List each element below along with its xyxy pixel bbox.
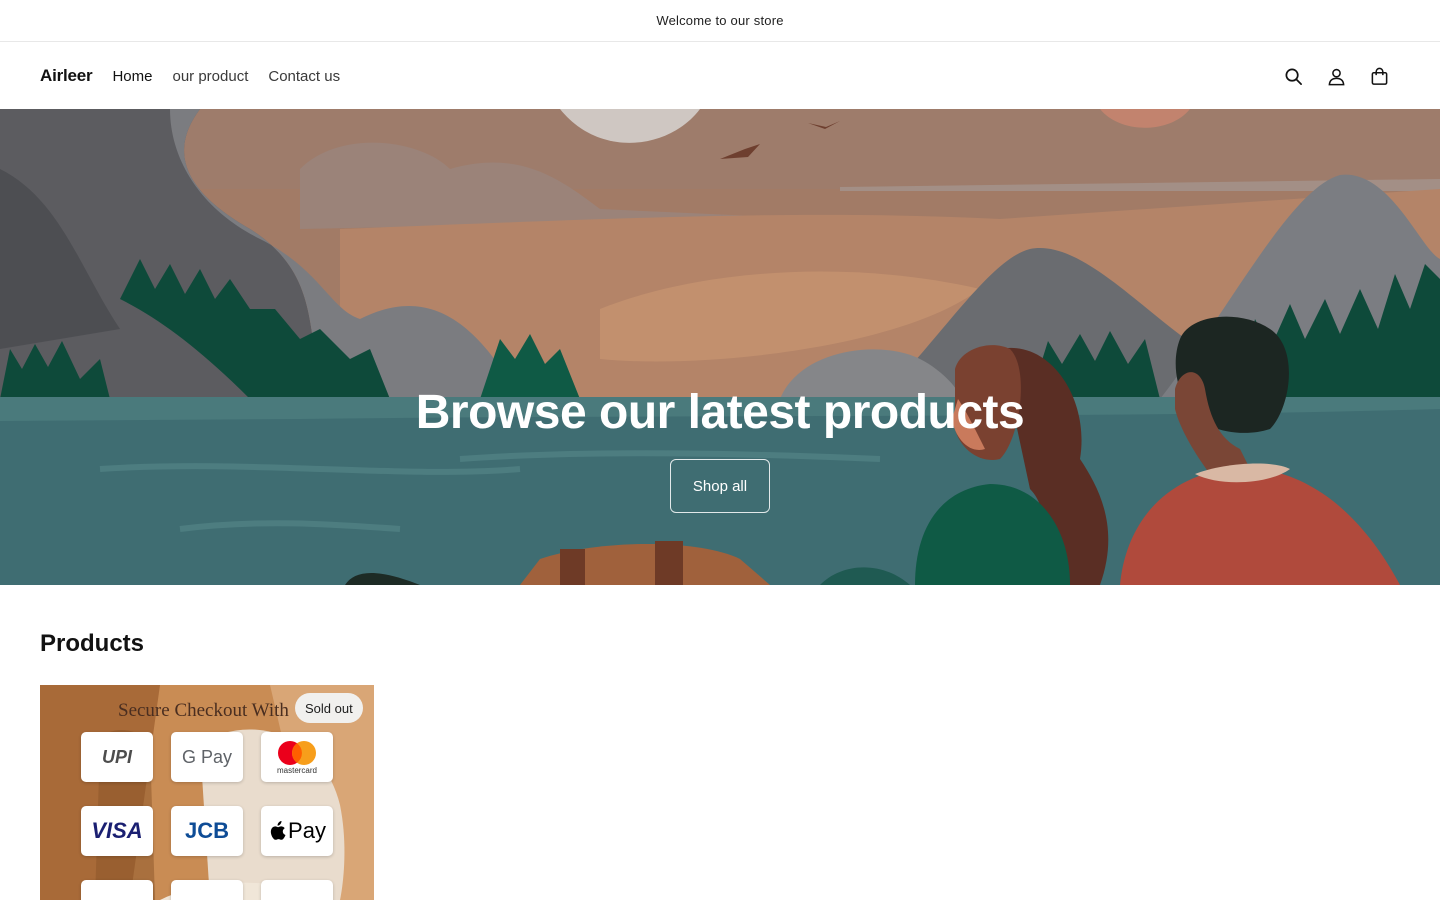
apple-pay-icon: Pay [261, 806, 333, 856]
store-logo[interactable]: Airleer [40, 66, 93, 86]
payment-tile-row3-2 [171, 880, 243, 900]
payment-tile-row3-3 [261, 880, 333, 900]
shop-all-button[interactable]: Shop all [670, 459, 770, 513]
nav-our-product[interactable]: our product [172, 68, 248, 85]
announcement-bar: Welcome to our store [0, 0, 1440, 42]
nav-contact-us[interactable]: Contact us [268, 68, 340, 85]
header-icons [1271, 55, 1400, 97]
payment-tile-row3-1 [81, 880, 153, 900]
product-card[interactable]: Secure Checkout With UPI G Pay mastercar… [40, 685, 374, 900]
hero-banner: Browse our latest products Shop all [0, 109, 1440, 585]
hero-illustration [0, 109, 1440, 585]
search-icon[interactable] [1272, 55, 1314, 97]
cart-icon[interactable] [1358, 55, 1400, 97]
jcb-icon: JCB [171, 806, 243, 856]
hero-title: Browse our latest products [415, 386, 1025, 439]
site-header: Airleer Home our product Contact us [0, 43, 1440, 109]
mastercard-label: mastercard [276, 765, 317, 775]
product-image-title: Secure Checkout With [118, 700, 289, 721]
visa-icon: VISA [81, 806, 153, 856]
google-pay-icon: G Pay [171, 732, 243, 782]
products-heading: Products [40, 630, 145, 657]
nav-home[interactable]: Home [112, 68, 152, 85]
main-nav: Home our product Contact us [112, 68, 360, 85]
account-icon[interactable] [1315, 55, 1357, 97]
mastercard-icon: mastercard [261, 732, 333, 782]
announcement-text: Welcome to our store [656, 13, 784, 28]
sold-out-badge: Sold out [295, 693, 363, 723]
upi-icon: UPI [81, 732, 153, 782]
apple-pay-label: Pay [288, 818, 326, 843]
